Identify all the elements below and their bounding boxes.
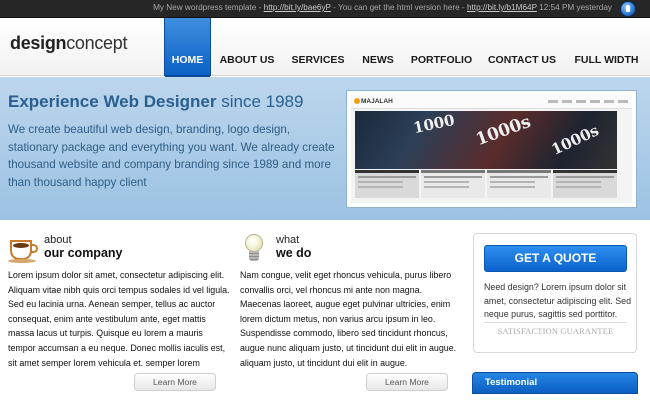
about-text: Lorem ipsum dolor sit amet, consectetur … <box>8 270 230 368</box>
light-bulb-icon <box>240 233 272 265</box>
nav-home[interactable]: HOME <box>164 18 211 76</box>
twitter-status: My New wordpress template - http://bit.l… <box>153 3 612 12</box>
what-we-do-heading: what we do <box>276 234 311 260</box>
top-bar: My New wordpress template - http://bit.l… <box>0 0 650 18</box>
screenshot-logo: MAJALAH <box>361 98 393 105</box>
site-logo[interactable]: designconcept <box>10 33 127 54</box>
nav-about-us[interactable]: ABOUT US <box>211 18 283 76</box>
logo-bold: design <box>10 33 67 53</box>
status-time: 12:54 PM yesterday <box>536 3 612 12</box>
satisfaction-guarantee: SATISFACTION GUARANTEE <box>484 322 627 336</box>
about-heading: about our company <box>44 234 123 260</box>
photo-text-1: 1000 <box>411 110 457 138</box>
photo-text-3: 1000s <box>548 121 602 159</box>
portfolio-screenshot[interactable]: MAJALAH 1000 1000s 1000s <box>346 90 637 208</box>
get-a-quote-button[interactable]: GET A QUOTE <box>484 245 627 272</box>
quote-box: GET A QUOTE Need design? Lorem ipsum dol… <box>473 233 637 353</box>
info-icon[interactable] <box>620 1 636 17</box>
nav-contact-us[interactable]: CONTACT US <box>480 18 564 76</box>
screenshot-frame: MAJALAH 1000 1000s 1000s <box>351 95 632 203</box>
logo-light: concept <box>66 33 128 53</box>
hero-text: We create beautiful web design, branding… <box>8 123 335 189</box>
caption-block <box>487 170 551 198</box>
screenshot-photo: 1000 1000s 1000s <box>355 111 617 169</box>
sun-icon <box>354 98 360 104</box>
caption-block <box>421 170 485 198</box>
nav-full-width[interactable]: FULL WIDTH <box>564 18 649 76</box>
hero-title-bold: Experience Web Designer <box>8 92 217 111</box>
what-we-do-learn-more-button[interactable]: Learn More <box>366 373 448 391</box>
what-we-do-heading-big: we do <box>276 246 312 260</box>
status-middle: - You can get the html version here - <box>330 3 467 12</box>
hero-title-rest: since 1989 <box>216 92 304 111</box>
status-link-2[interactable]: http://bit.ly/b1M64P <box>467 3 537 12</box>
coffee-cup-icon <box>8 233 40 265</box>
nav-news[interactable]: NEWS <box>353 18 403 76</box>
main-nav: HOME ABOUT US SERVICES NEWS PORTFOLIO CO… <box>164 18 649 76</box>
caption-block <box>553 170 617 198</box>
nav-services[interactable]: SERVICES <box>283 18 353 76</box>
hero-banner: Experience Web Designer since 1989 We cr… <box>0 77 650 220</box>
status-prefix: My New wordpress template - <box>153 3 264 12</box>
photo-text-2: 1000s <box>473 111 534 151</box>
quote-text: Need design? Lorem ipsum dolor sit amet,… <box>484 282 632 319</box>
screenshot-header: MAJALAH <box>351 95 632 109</box>
site-header: designconcept HOME ABOUT US SERVICES NEW… <box>0 18 650 76</box>
testimonial-tab[interactable]: Testimonial <box>472 372 638 394</box>
screenshot-captions <box>355 170 617 198</box>
what-we-do-text: Nam congue, velit eget rhoncus vehicula,… <box>240 270 457 368</box>
nav-portfolio[interactable]: PORTFOLIO <box>403 18 480 76</box>
hero-title: Experience Web Designer since 1989 <box>8 92 303 112</box>
about-heading-big: our company <box>44 246 123 260</box>
status-link-1[interactable]: http://bit.ly/bae6yP <box>264 3 331 12</box>
caption-block <box>355 170 419 198</box>
about-learn-more-button[interactable]: Learn More <box>134 373 216 391</box>
screenshot-menu <box>548 100 628 103</box>
